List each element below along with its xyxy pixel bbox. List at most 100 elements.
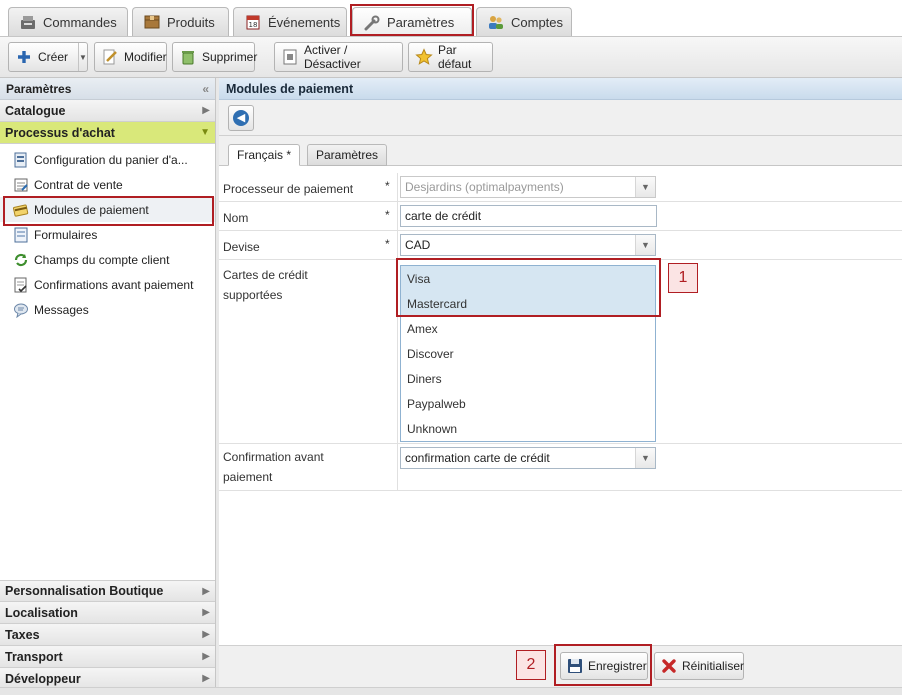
arrow-left-icon: ◀ — [233, 110, 249, 126]
field-row-processor: Processeur de paiement * Desjardins (opt… — [219, 173, 902, 202]
save-button[interactable]: Enregistrer — [560, 652, 648, 680]
card-option[interactable]: Diners — [401, 366, 655, 391]
cart-config-icon — [13, 152, 29, 168]
name-input[interactable]: carte de crédit — [400, 205, 657, 227]
tab-commandes-label: Commandes — [43, 14, 117, 30]
message-icon — [13, 302, 29, 318]
bottom-strip — [0, 687, 902, 695]
card-option[interactable]: Unknown — [401, 416, 655, 441]
field-row-name: Nom * carte de crédit — [219, 202, 902, 231]
sidebar-item-label: Messages — [34, 302, 89, 317]
toggle-icon — [281, 48, 299, 66]
edit-icon — [101, 48, 119, 66]
confirmation-icon — [13, 277, 29, 293]
tab-parametres-form[interactable]: Paramètres — [307, 144, 388, 166]
chevron-right-icon: ▶ — [202, 607, 210, 618]
edit-button[interactable]: Modifier — [94, 42, 167, 72]
sidebar-item-formulaires[interactable]: Formulaires — [0, 222, 215, 247]
chevron-right-icon: ▶ — [202, 629, 210, 640]
chevron-right-icon: ▶ — [202, 585, 210, 597]
card-option[interactable]: Discover — [401, 341, 655, 366]
card-option[interactable]: Mastercard — [401, 291, 655, 316]
sidebar-section-label: Transport — [5, 649, 63, 664]
sidebar-section-transport[interactable]: Transport ▶ — [0, 646, 215, 668]
currency-label: Devise — [223, 240, 260, 254]
cards-label: Cartes de crédit supportées — [223, 265, 308, 305]
sidebar-item-modules-paiement[interactable]: Modules de paiement — [0, 197, 215, 222]
trash-icon — [179, 48, 197, 66]
processor-select[interactable]: Desjardins (optimalpayments) ▼ — [400, 176, 656, 198]
tab-commandes[interactable]: Commandes — [8, 7, 128, 36]
cards-label-line2: supportées — [223, 288, 283, 302]
users-icon — [487, 14, 505, 30]
card-option[interactable]: Amex — [401, 316, 655, 341]
currency-select[interactable]: CAD ▼ — [400, 234, 656, 256]
required-mark: * — [385, 237, 390, 251]
field-row-currency: Devise * CAD ▼ — [219, 231, 902, 260]
reset-button-label: Réinitialiser — [682, 659, 745, 673]
delete-button[interactable]: Supprimer — [172, 42, 257, 72]
required-mark: * — [385, 208, 390, 222]
reset-button[interactable]: Réinitialiser — [654, 652, 744, 680]
plus-icon — [15, 48, 33, 66]
tab-comptes[interactable]: Comptes — [476, 7, 572, 36]
sidebar-item-configuration-panier[interactable]: Configuration du panier d'a... — [0, 147, 215, 172]
processor-label: Processeur de paiement — [223, 182, 354, 196]
confirmation-label-line2: paiement — [223, 470, 273, 484]
chevron-down-icon: ▼ — [635, 177, 655, 197]
toggle-active-button[interactable]: Activer / Désactiver — [274, 42, 403, 72]
card-option[interactable]: Paypalweb — [401, 391, 655, 416]
sidebar-section-label: Taxes — [5, 627, 40, 642]
sidebar-item-champs-compte-client[interactable]: Champs du compte client — [0, 247, 215, 272]
tab-produits[interactable]: Produits — [132, 7, 229, 36]
confirmation-select[interactable]: confirmation carte de crédit ▼ — [400, 447, 656, 469]
sidebar-item-label: Champs du compte client — [34, 252, 170, 267]
chevron-right-icon: ▶ — [202, 651, 210, 662]
sidebar-item-contrat-vente[interactable]: Contrat de vente — [0, 172, 215, 197]
sidebar-item-messages[interactable]: Messages — [0, 297, 215, 322]
card-option[interactable]: Visa — [401, 266, 655, 291]
tab-evenements-label: Événements — [268, 14, 341, 30]
svg-text:18: 18 — [249, 21, 258, 29]
red-x-icon — [661, 658, 677, 674]
form-tabs: Français * Paramètres — [219, 136, 902, 166]
field-row-confirmation: Confirmation avant paiement confirmation… — [219, 444, 902, 491]
collapse-icon[interactable]: « — [202, 82, 209, 96]
calendar-icon: 18 — [244, 14, 262, 30]
chevron-down-icon: ▼ — [200, 127, 210, 138]
default-button-label: Par défaut — [438, 43, 472, 71]
processor-value: Desjardins (optimalpayments) — [405, 180, 564, 194]
sidebar-section-catalogue[interactable]: Catalogue ▶ — [0, 100, 215, 122]
cards-multiselect[interactable]: Visa Mastercard Amex Discover Diners Pay… — [400, 265, 656, 442]
form-icon — [13, 227, 29, 243]
cash-register-icon — [19, 14, 37, 30]
tab-parametres[interactable]: Paramètres — [352, 7, 472, 37]
save-button-label: Enregistrer — [588, 659, 647, 673]
sidebar-item-confirmations-paiement[interactable]: Confirmations avant paiement — [0, 272, 215, 297]
back-button[interactable]: ◀ — [228, 105, 254, 131]
confirmation-label-line1: Confirmation avant — [223, 450, 324, 464]
toggle-active-label: Activer / Désactiver — [304, 43, 361, 71]
toolbar: Créer ▼ Modifier Supprimer Activer / Dés… — [0, 36, 902, 78]
sidebar-item-label: Contrat de vente — [34, 177, 123, 192]
callout-badge-1: 1 — [668, 263, 698, 293]
sidebar-section-personnalisation[interactable]: Personnalisation Boutique ▶ — [0, 580, 215, 602]
sidebar-section-processus-achat[interactable]: Processus d'achat ▼ — [0, 122, 215, 144]
sidebar-section-localisation[interactable]: Localisation ▶ — [0, 602, 215, 624]
chevron-down-icon: ▼ — [635, 235, 655, 255]
main-panel: Modules de paiement ◀ Français * Paramèt… — [219, 78, 902, 690]
contract-icon — [13, 177, 29, 193]
sidebar-section-taxes[interactable]: Taxes ▶ — [0, 624, 215, 646]
chevron-down-icon[interactable]: ▼ — [78, 43, 87, 71]
tab-evenements[interactable]: 18 Événements — [233, 7, 347, 36]
default-button[interactable]: Par défaut — [408, 42, 493, 72]
tab-parametres-label: Paramètres — [387, 15, 455, 30]
sidebar-section-label: Développeur — [5, 671, 81, 686]
sidebar: Paramètres « Catalogue ▶ Processus d'ach… — [0, 78, 216, 690]
page-title: Modules de paiement — [219, 78, 902, 100]
sidebar-header: Paramètres « — [0, 78, 215, 100]
tab-francais[interactable]: Français * — [228, 144, 301, 166]
create-button-label: Créer — [38, 50, 69, 64]
create-button[interactable]: Créer ▼ — [8, 42, 88, 72]
wrench-icon — [363, 15, 381, 31]
